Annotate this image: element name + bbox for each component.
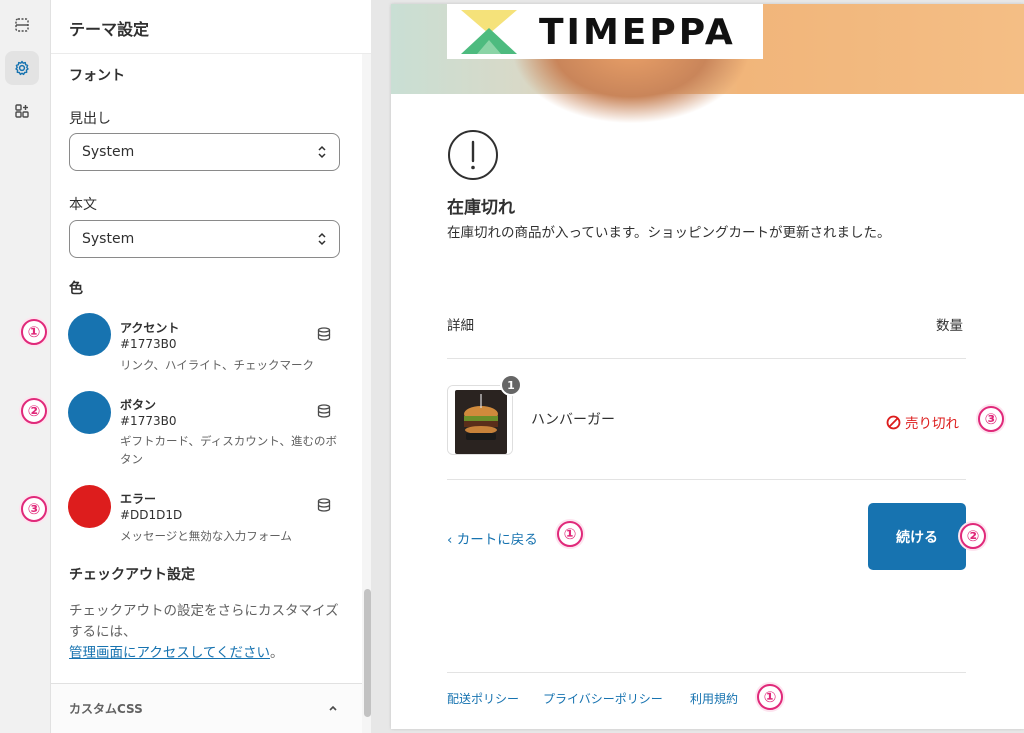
sections-icon — [15, 18, 29, 32]
accent-color-name: アクセント — [120, 321, 180, 335]
sections-nav-button[interactable] — [5, 8, 39, 42]
divider — [447, 672, 966, 673]
select-chevrons-icon — [318, 145, 326, 159]
scrollbar[interactable] — [362, 54, 371, 733]
back-to-cart-link[interactable]: ‹ カートに戻る — [447, 528, 538, 548]
body-font-label: 本文 — [69, 197, 97, 213]
database-icon[interactable] — [316, 326, 332, 342]
body-font-value: System — [82, 231, 135, 247]
error-color-swatch[interactable] — [68, 485, 111, 528]
heading-font-label: 見出し — [69, 111, 111, 127]
button-color-desc: ギフトカード、ディスカウント、進むのボタン — [120, 434, 338, 466]
product-thumbnail — [447, 385, 513, 455]
privacy-policy-link[interactable]: プライバシーポリシー — [543, 690, 663, 707]
button-color-swatch[interactable] — [68, 391, 111, 434]
annotation-marker-1: ① — [757, 684, 783, 710]
heading-font-value: System — [82, 144, 135, 160]
annotation-marker-2: ② — [960, 523, 986, 549]
divider — [447, 358, 966, 359]
sold-out-label: 売り切れ — [905, 416, 959, 432]
error-color-name: エラー — [120, 492, 157, 506]
apps-icon — [15, 104, 29, 118]
checkout-desc-text: チェックアウトの設定をさらにカスタマイズするには、 — [69, 603, 339, 640]
accent-color-desc: リンク、ハイライト、チェックマーク — [120, 358, 315, 372]
annotation-marker-3: ③ — [978, 406, 1004, 432]
logo-text: TIMEPPA — [539, 12, 736, 53]
out-of-stock-message: 在庫切れの商品が入っています。ショッピングカートが更新されました。 — [447, 225, 891, 241]
color-section-heading: 色 — [69, 281, 83, 297]
accent-color-swatch[interactable] — [68, 313, 111, 356]
theme-settings-nav-button[interactable] — [5, 51, 39, 85]
shipping-policy-link[interactable]: 配送ポリシー — [447, 690, 519, 707]
database-icon[interactable] — [316, 403, 332, 419]
panel-title: テーマ設定 — [69, 20, 150, 39]
button-color-hex: #1773B0 — [120, 414, 177, 428]
accent-color-hex: #1773B0 — [120, 337, 177, 351]
apps-nav-button[interactable] — [5, 94, 39, 128]
sold-out-status: 売り切れ — [886, 412, 959, 432]
scrollbar-thumb[interactable] — [364, 589, 371, 717]
checkout-description: チェックアウトの設定をさらにカスタマイズするには、 管理画面にアクセスしてくださ… — [69, 601, 344, 664]
annotation-marker-1: ① — [21, 319, 47, 345]
checkout-desc-period: 。 — [270, 645, 284, 661]
annotation-marker-1: ① — [557, 521, 583, 547]
annotation-marker-2: ② — [21, 398, 47, 424]
back-to-cart-label: カートに戻る — [456, 532, 538, 548]
body-font-select[interactable]: System — [69, 220, 340, 258]
divider — [51, 53, 371, 54]
gear-icon — [15, 60, 29, 76]
prohibited-icon — [886, 415, 901, 429]
font-section-heading: フォント — [69, 68, 125, 84]
continue-button[interactable]: 続ける — [868, 503, 966, 570]
burger-image — [448, 386, 512, 454]
warning-icon — [448, 130, 498, 180]
admin-access-link[interactable]: 管理画面にアクセスしてください — [69, 645, 270, 661]
out-of-stock-title: 在庫切れ — [447, 198, 515, 218]
custom-css-section[interactable]: カスタムCSS — [51, 683, 362, 733]
custom-css-label: カスタムCSS — [69, 702, 143, 716]
theme-settings-panel: テーマ設定 フォント 見出し System 本文 System 色 アクセント … — [51, 0, 371, 733]
quantity-badge: 1 — [500, 374, 522, 396]
chevron-left-icon: ‹ — [447, 532, 457, 548]
product-name: ハンバーガー — [531, 412, 615, 428]
error-color-hex: #DD1D1D — [120, 508, 183, 522]
checkout-section-heading: チェックアウト設定 — [69, 567, 195, 583]
button-color-name: ボタン — [120, 398, 157, 412]
database-icon[interactable] — [316, 497, 332, 513]
terms-of-service-link[interactable]: 利用規約 — [690, 690, 738, 707]
store-logo: TIMEPPA — [447, 4, 763, 59]
column-header-detail: 詳細 — [447, 318, 474, 334]
chevron-up-icon — [329, 705, 337, 711]
icon-rail — [0, 0, 51, 733]
divider — [447, 479, 966, 480]
column-header-quantity: 数量 — [936, 318, 963, 334]
annotation-marker-3: ③ — [21, 496, 47, 522]
heading-font-select[interactable]: System — [69, 133, 340, 171]
checkout-preview: TIMEPPA 在庫切れ 在庫切れの商品が入っています。ショッピングカートが更新… — [391, 4, 1024, 729]
logo-mark-icon — [461, 10, 517, 54]
error-color-desc: メッセージと無効な入力フォーム — [120, 529, 292, 543]
select-chevrons-icon — [318, 232, 326, 246]
